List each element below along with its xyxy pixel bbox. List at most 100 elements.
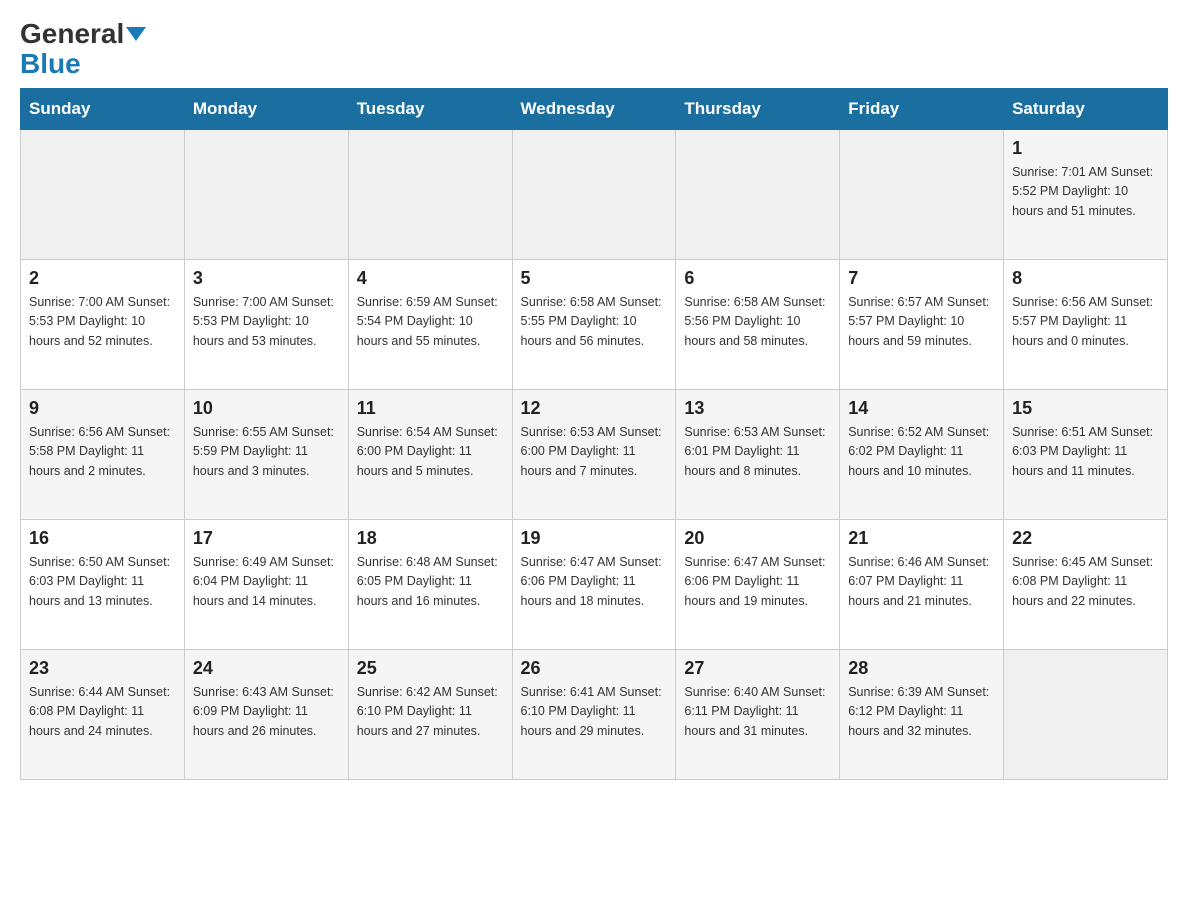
day-info: Sunrise: 6:52 AM Sunset: 6:02 PM Dayligh…	[848, 423, 995, 481]
calendar-cell	[512, 130, 676, 260]
calendar-table: SundayMondayTuesdayWednesdayThursdayFrid…	[20, 88, 1168, 780]
logo-arrow-icon	[126, 27, 146, 41]
calendar-cell: 15 Sunrise: 6:51 AM Sunset: 6:03 PM Dayli…	[1004, 390, 1168, 520]
day-number: 11	[357, 398, 504, 419]
day-info: Sunrise: 6:42 AM Sunset: 6:10 PM Dayligh…	[357, 683, 504, 741]
day-number: 28	[848, 658, 995, 679]
calendar-cell: 23 Sunrise: 6:44 AM Sunset: 6:08 PM Dayli…	[21, 650, 185, 780]
day-info: Sunrise: 6:45 AM Sunset: 6:08 PM Dayligh…	[1012, 553, 1159, 611]
calendar-cell	[348, 130, 512, 260]
calendar-header-friday: Friday	[840, 89, 1004, 130]
calendar-week-4: 16 Sunrise: 6:50 AM Sunset: 6:03 PM Dayli…	[21, 520, 1168, 650]
calendar-week-3: 9 Sunrise: 6:56 AM Sunset: 5:58 PM Daylig…	[21, 390, 1168, 520]
day-number: 12	[521, 398, 668, 419]
day-number: 16	[29, 528, 176, 549]
day-info: Sunrise: 6:46 AM Sunset: 6:07 PM Dayligh…	[848, 553, 995, 611]
calendar-cell	[184, 130, 348, 260]
day-info: Sunrise: 6:59 AM Sunset: 5:54 PM Dayligh…	[357, 293, 504, 351]
calendar-cell: 11 Sunrise: 6:54 AM Sunset: 6:00 PM Dayli…	[348, 390, 512, 520]
day-info: Sunrise: 6:54 AM Sunset: 6:00 PM Dayligh…	[357, 423, 504, 481]
calendar-cell: 24 Sunrise: 6:43 AM Sunset: 6:09 PM Dayli…	[184, 650, 348, 780]
day-info: Sunrise: 6:53 AM Sunset: 6:00 PM Dayligh…	[521, 423, 668, 481]
day-info: Sunrise: 6:40 AM Sunset: 6:11 PM Dayligh…	[684, 683, 831, 741]
day-number: 19	[521, 528, 668, 549]
calendar-cell: 1Sunrise: 7:01 AM Sunset: 5:52 PM Daylig…	[1004, 130, 1168, 260]
day-number: 22	[1012, 528, 1159, 549]
day-number: 23	[29, 658, 176, 679]
calendar-cell: 12 Sunrise: 6:53 AM Sunset: 6:00 PM Dayli…	[512, 390, 676, 520]
day-number: 4	[357, 268, 504, 289]
day-info: Sunrise: 7:01 AM Sunset: 5:52 PM Dayligh…	[1012, 163, 1159, 221]
calendar-cell: 9 Sunrise: 6:56 AM Sunset: 5:58 PM Daylig…	[21, 390, 185, 520]
day-info: Sunrise: 6:47 AM Sunset: 6:06 PM Dayligh…	[521, 553, 668, 611]
calendar-header-wednesday: Wednesday	[512, 89, 676, 130]
day-number: 10	[193, 398, 340, 419]
day-info: Sunrise: 6:58 AM Sunset: 5:55 PM Dayligh…	[521, 293, 668, 351]
day-info: Sunrise: 6:39 AM Sunset: 6:12 PM Dayligh…	[848, 683, 995, 741]
day-info: Sunrise: 6:50 AM Sunset: 6:03 PM Dayligh…	[29, 553, 176, 611]
page-header: General Blue	[20, 20, 1168, 78]
day-info: Sunrise: 7:00 AM Sunset: 5:53 PM Dayligh…	[29, 293, 176, 351]
day-info: Sunrise: 7:00 AM Sunset: 5:53 PM Dayligh…	[193, 293, 340, 351]
day-number: 15	[1012, 398, 1159, 419]
calendar-cell: 20 Sunrise: 6:47 AM Sunset: 6:06 PM Dayli…	[676, 520, 840, 650]
day-number: 7	[848, 268, 995, 289]
day-info: Sunrise: 6:53 AM Sunset: 6:01 PM Dayligh…	[684, 423, 831, 481]
day-number: 6	[684, 268, 831, 289]
day-info: Sunrise: 6:43 AM Sunset: 6:09 PM Dayligh…	[193, 683, 340, 741]
day-info: Sunrise: 6:57 AM Sunset: 5:57 PM Dayligh…	[848, 293, 995, 351]
calendar-cell: 17 Sunrise: 6:49 AM Sunset: 6:04 PM Dayli…	[184, 520, 348, 650]
calendar-cell	[676, 130, 840, 260]
calendar-cell: 26Sunrise: 6:41 AM Sunset: 6:10 PM Dayli…	[512, 650, 676, 780]
calendar-header-tuesday: Tuesday	[348, 89, 512, 130]
calendar-cell: 8 Sunrise: 6:56 AM Sunset: 5:57 PM Daylig…	[1004, 260, 1168, 390]
calendar-cell: 21 Sunrise: 6:46 AM Sunset: 6:07 PM Dayli…	[840, 520, 1004, 650]
day-info: Sunrise: 6:55 AM Sunset: 5:59 PM Dayligh…	[193, 423, 340, 481]
day-number: 26	[521, 658, 668, 679]
calendar-cell: 28 Sunrise: 6:39 AM Sunset: 6:12 PM Dayli…	[840, 650, 1004, 780]
day-number: 14	[848, 398, 995, 419]
day-number: 17	[193, 528, 340, 549]
calendar-cell: 19 Sunrise: 6:47 AM Sunset: 6:06 PM Dayli…	[512, 520, 676, 650]
logo-general-text: General	[20, 20, 146, 48]
calendar-week-2: 2 Sunrise: 7:00 AM Sunset: 5:53 PM Daylig…	[21, 260, 1168, 390]
calendar-header-sunday: Sunday	[21, 89, 185, 130]
calendar-header-monday: Monday	[184, 89, 348, 130]
day-info: Sunrise: 6:44 AM Sunset: 6:08 PM Dayligh…	[29, 683, 176, 741]
day-number: 25	[357, 658, 504, 679]
calendar-cell: 5Sunrise: 6:58 AM Sunset: 5:55 PM Daylig…	[512, 260, 676, 390]
day-info: Sunrise: 6:47 AM Sunset: 6:06 PM Dayligh…	[684, 553, 831, 611]
calendar-cell: 7 Sunrise: 6:57 AM Sunset: 5:57 PM Daylig…	[840, 260, 1004, 390]
day-info: Sunrise: 6:56 AM Sunset: 5:58 PM Dayligh…	[29, 423, 176, 481]
day-number: 8	[1012, 268, 1159, 289]
day-number: 13	[684, 398, 831, 419]
day-number: 2	[29, 268, 176, 289]
day-number: 18	[357, 528, 504, 549]
day-info: Sunrise: 6:51 AM Sunset: 6:03 PM Dayligh…	[1012, 423, 1159, 481]
calendar-header-row: SundayMondayTuesdayWednesdayThursdayFrid…	[21, 89, 1168, 130]
calendar-cell: 16 Sunrise: 6:50 AM Sunset: 6:03 PM Dayli…	[21, 520, 185, 650]
day-number: 21	[848, 528, 995, 549]
day-info: Sunrise: 6:58 AM Sunset: 5:56 PM Dayligh…	[684, 293, 831, 351]
day-info: Sunrise: 6:49 AM Sunset: 6:04 PM Dayligh…	[193, 553, 340, 611]
calendar-cell: 25 Sunrise: 6:42 AM Sunset: 6:10 PM Dayli…	[348, 650, 512, 780]
calendar-cell: 14 Sunrise: 6:52 AM Sunset: 6:02 PM Dayli…	[840, 390, 1004, 520]
day-number: 9	[29, 398, 176, 419]
calendar-week-1: 1Sunrise: 7:01 AM Sunset: 5:52 PM Daylig…	[21, 130, 1168, 260]
day-info: Sunrise: 6:56 AM Sunset: 5:57 PM Dayligh…	[1012, 293, 1159, 351]
calendar-cell: 2 Sunrise: 7:00 AM Sunset: 5:53 PM Daylig…	[21, 260, 185, 390]
calendar-cell	[840, 130, 1004, 260]
calendar-cell: 27Sunrise: 6:40 AM Sunset: 6:11 PM Dayli…	[676, 650, 840, 780]
calendar-cell: 22 Sunrise: 6:45 AM Sunset: 6:08 PM Dayli…	[1004, 520, 1168, 650]
day-number: 3	[193, 268, 340, 289]
calendar-cell	[1004, 650, 1168, 780]
calendar-cell: 18Sunrise: 6:48 AM Sunset: 6:05 PM Dayli…	[348, 520, 512, 650]
calendar-cell: 6 Sunrise: 6:58 AM Sunset: 5:56 PM Daylig…	[676, 260, 840, 390]
day-number: 24	[193, 658, 340, 679]
calendar-header-saturday: Saturday	[1004, 89, 1168, 130]
day-number: 20	[684, 528, 831, 549]
calendar-cell: 4 Sunrise: 6:59 AM Sunset: 5:54 PM Daylig…	[348, 260, 512, 390]
calendar-cell: 3 Sunrise: 7:00 AM Sunset: 5:53 PM Daylig…	[184, 260, 348, 390]
calendar-week-5: 23 Sunrise: 6:44 AM Sunset: 6:08 PM Dayli…	[21, 650, 1168, 780]
calendar-cell: 13 Sunrise: 6:53 AM Sunset: 6:01 PM Dayli…	[676, 390, 840, 520]
